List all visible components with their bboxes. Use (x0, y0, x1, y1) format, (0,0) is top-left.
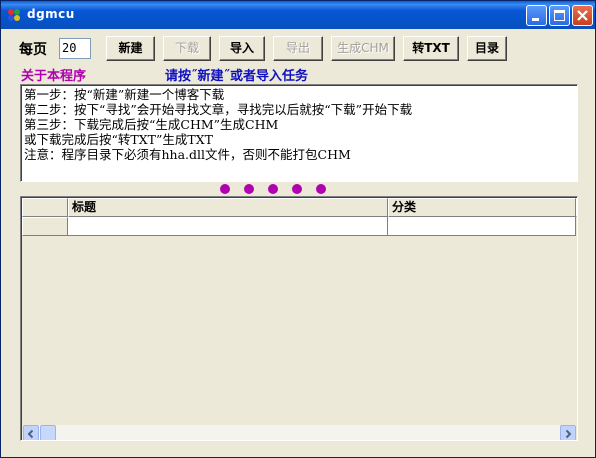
splitter-dot (292, 184, 302, 194)
export-button[interactable]: 导出 (273, 36, 323, 61)
instruction-line: 第二步：按下“寻找”会开始寻找文章，寻找完以后就按“下载”开始下载 (24, 102, 413, 117)
splitter-dot (244, 184, 254, 194)
scroll-thumb[interactable] (40, 425, 56, 440)
maximize-icon (554, 10, 565, 21)
arrow-left-icon (27, 429, 34, 439)
per-page-label: 每页 (19, 42, 47, 58)
convert-txt-button[interactable]: 转TXT (403, 36, 459, 61)
about-link[interactable]: 关于本程序 (21, 65, 86, 84)
new-button[interactable]: 新建 (106, 36, 155, 61)
generate-chm-button[interactable]: 生成CHM (331, 36, 395, 61)
table-cell-category[interactable] (388, 217, 576, 236)
task-grid[interactable]: 标题 分类 (20, 196, 578, 441)
main-window: dgmcu 每页 20 新建 下载 导入 导出 生成CHM 转TXT 目录 关于… (0, 0, 596, 458)
grid-corner-cell (22, 198, 68, 217)
import-button[interactable]: 导入 (219, 36, 265, 61)
directory-button[interactable]: 目录 (467, 36, 507, 61)
instruction-line: 第一步：按“新建”新建一个博客下载 (24, 87, 225, 102)
close-button[interactable] (572, 5, 593, 26)
arrow-right-icon (565, 429, 572, 439)
close-icon (577, 10, 588, 21)
hint-text: 请按˝新建˝或者导入任务 (165, 69, 309, 84)
instruction-line: 第三步：下载完成后按“生成CHM”生成CHM (24, 117, 279, 132)
column-header-filler (576, 198, 577, 217)
app-icon (8, 9, 20, 21)
splitter-dot (220, 184, 230, 194)
minimize-icon (532, 18, 539, 21)
horizontal-scrollbar[interactable] (23, 425, 576, 440)
minimize-button[interactable] (526, 5, 547, 26)
column-header-category[interactable]: 分类 (388, 198, 576, 217)
window-title: dgmcu (27, 7, 75, 21)
scroll-right-button[interactable] (560, 425, 576, 440)
instruction-line: 或下载完成后按“转TXT”生成TXT (24, 132, 213, 147)
row-header-cell[interactable] (22, 217, 68, 236)
column-header-title[interactable]: 标题 (68, 198, 388, 217)
maximize-button[interactable] (549, 5, 570, 26)
instructions-memo[interactable]: 第一步：按“新建”新建一个博客下载 第二步：按下“寻找”会开始寻找文章，寻找完以… (20, 84, 578, 182)
splitter-dot (316, 184, 326, 194)
table-cell-title[interactable] (68, 217, 388, 236)
scroll-left-button[interactable] (23, 425, 39, 440)
per-page-input[interactable]: 20 (59, 38, 91, 59)
download-button[interactable]: 下载 (163, 36, 211, 61)
title-bar[interactable]: dgmcu (1, 1, 595, 29)
instruction-line: 注意：程序目录下必须有hha.dll文件，否则不能打包CHM (24, 147, 351, 162)
splitter-dot (268, 184, 278, 194)
